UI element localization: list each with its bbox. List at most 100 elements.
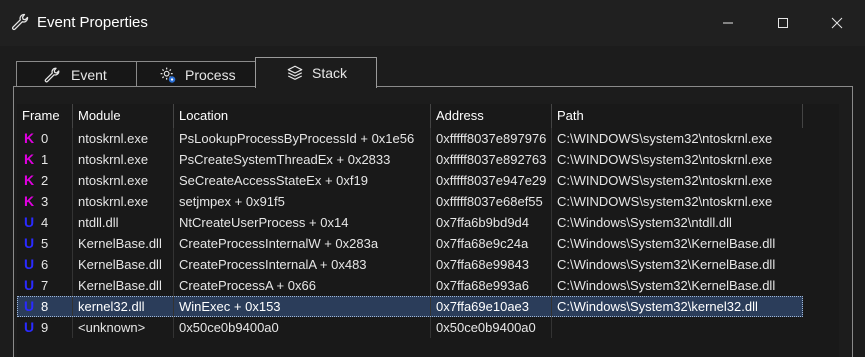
path-cell: C:\Windows\System32\ntdll.dll xyxy=(557,215,732,230)
table-row[interactable]: U7 KernelBase.dll CreateProcessA + 0x66 … xyxy=(17,275,803,296)
table-row-selected[interactable]: U8 kernel32.dll WinExec + 0x153 0x7ffa69… xyxy=(17,296,803,317)
frame-cell: K3 xyxy=(17,191,73,212)
frame-cell: U6 xyxy=(17,254,73,275)
stack-table: Frame Module Location Address Path K0 nt… xyxy=(17,104,839,357)
wrench-icon xyxy=(44,67,60,82)
module-cell: <unknown> xyxy=(73,317,174,338)
module-cell: ntdll.dll xyxy=(73,212,174,233)
kernel-mode-icon: K xyxy=(23,193,35,209)
path-cell: C:\WINDOWS\system32\ntoskrnl.exe xyxy=(557,152,773,167)
gear-process-icon xyxy=(160,67,176,83)
address-cell: 0xfffff8037e68ef55 xyxy=(431,191,552,212)
module-cell: ntoskrnl.exe xyxy=(73,191,174,212)
path-cell: C:\Windows\System32\KernelBase.dll xyxy=(557,257,776,272)
column-header-frame[interactable]: Frame xyxy=(17,104,73,128)
user-mode-icon: U xyxy=(23,277,35,293)
frame-cell: U8 xyxy=(17,296,73,317)
address-cell: 0xfffff8037e897976 xyxy=(431,128,552,149)
frame-number: 4 xyxy=(41,215,49,230)
location-cell: CreateProcessInternalA + 0x483 xyxy=(174,254,431,275)
column-header-address[interactable]: Address xyxy=(431,104,552,128)
location-cell: PsLookupProcessByProcessId + 0x1e56 xyxy=(174,128,431,149)
location-cell: WinExec + 0x153 xyxy=(174,296,431,317)
address-cell: 0xfffff8037e947e29 xyxy=(431,170,552,191)
module-cell: ntoskrnl.exe xyxy=(73,170,174,191)
tab-stack-label: Stack xyxy=(312,65,348,81)
address-cell: 0x7ffa68e993a6 xyxy=(431,275,552,296)
location-cell: CreateProcessInternalW + 0x283a xyxy=(174,233,431,254)
user-mode-icon: U xyxy=(23,214,35,230)
path-cell: C:\WINDOWS\system32\ntoskrnl.exe xyxy=(557,194,773,209)
path-cell: C:\Windows\System32\kernel32.dll xyxy=(552,296,803,317)
frame-number: 8 xyxy=(41,299,49,314)
tab-process-label: Process xyxy=(185,66,236,83)
tab-stack[interactable]: Stack xyxy=(255,57,377,88)
table-row[interactable]: K1 ntoskrnl.exe PsCreateSystemThreadEx +… xyxy=(17,149,803,170)
location-cell: SeCreateAccessStateEx + 0xf19 xyxy=(174,170,431,191)
maximize-button[interactable] xyxy=(754,0,812,46)
frame-number: 6 xyxy=(41,257,49,272)
address-cell: 0x7ffa68e9c24a xyxy=(431,233,552,254)
close-button[interactable] xyxy=(808,0,865,46)
address-cell: 0xfffff8037e892763 xyxy=(431,149,552,170)
address-cell: 0x7ffa69e10ae3 xyxy=(431,296,552,317)
close-icon xyxy=(831,17,843,29)
frame-cell: K2 xyxy=(17,170,73,191)
table-row[interactable]: U9 <unknown> 0x50ce0b9400a0 0x50ce0b9400… xyxy=(17,317,803,338)
location-cell: 0x50ce0b9400a0 xyxy=(174,317,431,338)
tab-divider xyxy=(13,86,853,87)
address-cell: 0x7ffa6b9bd9d4 xyxy=(431,212,552,233)
table-row[interactable]: K2 ntoskrnl.exe SeCreateAccessStateEx + … xyxy=(17,170,803,191)
frame-cell: U5 xyxy=(17,233,73,254)
path-cell: C:\WINDOWS\system32\ntoskrnl.exe xyxy=(557,131,773,146)
column-header-path[interactable]: Path xyxy=(552,104,803,128)
minimize-button[interactable] xyxy=(699,0,757,46)
wrench-icon xyxy=(11,13,29,31)
tab-process[interactable]: Process xyxy=(136,61,256,87)
module-cell: KernelBase.dll xyxy=(73,254,174,275)
path-cell: C:\WINDOWS\system32\ntoskrnl.exe xyxy=(557,173,773,188)
module-cell: ntoskrnl.exe xyxy=(73,149,174,170)
module-cell: KernelBase.dll xyxy=(73,233,174,254)
frame-number: 9 xyxy=(41,320,49,335)
module-cell: KernelBase.dll xyxy=(73,275,174,296)
frame-cell: K0 xyxy=(17,128,73,149)
kernel-mode-icon: K xyxy=(23,130,35,146)
frame-number: 7 xyxy=(41,278,49,293)
table-row[interactable]: U5 KernelBase.dll CreateProcessInternalW… xyxy=(17,233,803,254)
table-row[interactable]: U4 ntdll.dll NtCreateUserProcess + 0x14 … xyxy=(17,212,803,233)
module-cell: ntoskrnl.exe xyxy=(73,128,174,149)
path-cell: C:\Windows\System32\KernelBase.dll xyxy=(557,236,776,251)
address-cell: 0x50ce0b9400a0 xyxy=(431,317,552,338)
frame-cell: U9 xyxy=(17,317,73,338)
layers-icon xyxy=(287,65,303,80)
tab-event-label: Event xyxy=(71,66,107,83)
minimize-icon xyxy=(723,22,733,24)
user-mode-icon: U xyxy=(23,235,35,251)
location-cell: setjmpex + 0x91f5 xyxy=(174,191,431,212)
column-header-module[interactable]: Module xyxy=(73,104,174,128)
table-row[interactable]: K0 ntoskrnl.exe PsLookupProcessByProcess… xyxy=(17,128,803,149)
frame-cell: U7 xyxy=(17,275,73,296)
user-mode-icon: U xyxy=(23,256,35,272)
maximize-icon xyxy=(778,18,788,28)
tab-strip: Event Process Stack xyxy=(0,57,865,88)
frame-number: 2 xyxy=(41,173,49,188)
path-cell xyxy=(552,317,803,338)
location-cell: NtCreateUserProcess + 0x14 xyxy=(174,212,431,233)
table-row[interactable]: U6 KernelBase.dll CreateProcessInternalA… xyxy=(17,254,803,275)
kernel-mode-icon: K xyxy=(23,172,35,188)
frame-number: 3 xyxy=(41,194,49,209)
module-cell: kernel32.dll xyxy=(73,296,174,317)
kernel-mode-icon: K xyxy=(23,151,35,167)
frame-cell: U4 xyxy=(17,212,73,233)
title-bar: Event Properties xyxy=(0,0,865,46)
frame-cell: K1 xyxy=(17,149,73,170)
table-header: Frame Module Location Address Path xyxy=(17,104,839,128)
tab-event[interactable]: Event xyxy=(16,61,137,87)
user-mode-icon: U xyxy=(23,319,35,335)
path-cell: C:\Windows\System32\KernelBase.dll xyxy=(557,278,776,293)
table-row[interactable]: K3 ntoskrnl.exe setjmpex + 0x91f5 0xffff… xyxy=(17,191,803,212)
location-cell: PsCreateSystemThreadEx + 0x2833 xyxy=(174,149,431,170)
column-header-location[interactable]: Location xyxy=(174,104,431,128)
